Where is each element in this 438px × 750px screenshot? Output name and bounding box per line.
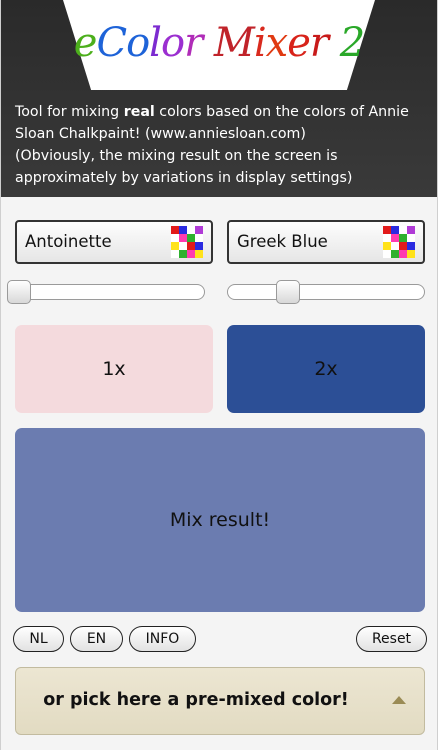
header-band: eColor Mixer 2 Tool for mixing real colo… <box>1 0 437 197</box>
palette-cell <box>391 250 399 258</box>
palette-cell <box>171 242 179 250</box>
palette-cell <box>383 226 391 234</box>
palette-cell <box>407 226 415 234</box>
app-window: eColor Mixer 2 Tool for mixing real colo… <box>0 0 438 750</box>
palette-cell <box>383 250 391 258</box>
palette-cell <box>195 242 203 250</box>
left-color-picker[interactable]: Antoinette <box>15 220 213 264</box>
palette-cell <box>195 226 203 234</box>
logo-letter <box>202 20 214 66</box>
palette-cell <box>195 234 203 242</box>
right-color-swatch: 2x <box>227 325 425 413</box>
language-en-button[interactable]: EN <box>70 626 123 652</box>
logo-letter: o <box>160 20 185 66</box>
palette-icon <box>383 226 415 258</box>
palette-cell <box>407 234 415 242</box>
palette-cell <box>383 242 391 250</box>
palette-cell <box>187 226 195 234</box>
right-color-picker[interactable]: Greek Blue <box>227 220 425 264</box>
mix-result-label: Mix result! <box>169 509 271 531</box>
slider-thumb[interactable] <box>275 280 300 304</box>
logo-letter: o <box>126 20 150 66</box>
palette-cell <box>391 242 399 250</box>
app-logo: eColor Mixer 2 <box>63 20 375 80</box>
left-color-swatch: 1x <box>15 325 213 413</box>
left-ratio-label: 1x <box>102 358 126 380</box>
slider-track[interactable] <box>7 284 205 300</box>
mix-result-swatch: Mix result! <box>15 428 425 612</box>
logo-letter: e <box>73 20 98 66</box>
palette-cell <box>407 250 415 258</box>
palette-cell <box>399 226 407 234</box>
info-button[interactable]: INFO <box>129 626 196 652</box>
slider-track[interactable] <box>227 284 425 300</box>
intro-bold: real <box>123 104 155 120</box>
logo-letter: C <box>96 20 127 66</box>
logo-letter: l <box>149 20 162 66</box>
right-color-name: Greek Blue <box>237 232 328 251</box>
palette-cell <box>179 242 187 250</box>
palette-cell <box>399 242 407 250</box>
logo-letter: r <box>184 20 203 66</box>
logo-letter: r <box>309 20 329 66</box>
palette-icon <box>171 226 203 258</box>
palette-cell <box>407 242 415 250</box>
intro-text: Tool for mixing real colors based on the… <box>15 101 427 189</box>
right-ratio-slider[interactable] <box>227 280 425 304</box>
palette-cell <box>399 234 407 242</box>
palette-cell <box>171 226 179 234</box>
premixed-color-label: or pick here a pre-mixed color! <box>43 690 349 710</box>
palette-cell <box>171 250 179 258</box>
palette-cell <box>179 234 187 242</box>
chevron-up-icon[interactable] <box>392 696 406 704</box>
language-nl-button[interactable]: NL <box>13 626 64 652</box>
palette-cell <box>383 234 391 242</box>
logo-letter: x <box>265 20 289 66</box>
left-ratio-slider[interactable] <box>7 280 205 304</box>
palette-cell <box>391 226 399 234</box>
logo-letter: M <box>213 20 255 66</box>
intro-text-1: Tool for mixing <box>15 104 124 120</box>
logo-letter: e <box>287 20 311 66</box>
logo-letter <box>328 20 340 66</box>
logo-letter: i <box>253 20 267 66</box>
palette-cell <box>187 250 195 258</box>
palette-cell <box>187 242 195 250</box>
logo-letter: 2 <box>339 20 365 66</box>
palette-cell <box>187 234 195 242</box>
palette-cell <box>171 234 179 242</box>
slider-thumb[interactable] <box>7 280 31 304</box>
palette-cell <box>179 226 187 234</box>
intro-note: (Obviously, the mixing result on the scr… <box>15 148 353 186</box>
left-color-name: Antoinette <box>25 232 112 251</box>
palette-cell <box>391 234 399 242</box>
reset-button[interactable]: Reset <box>356 626 427 652</box>
premixed-color-picker[interactable]: or pick here a pre-mixed color! <box>15 667 425 735</box>
right-ratio-label: 2x <box>314 358 338 380</box>
palette-cell <box>399 250 407 258</box>
palette-cell <box>195 250 203 258</box>
palette-cell <box>179 250 187 258</box>
